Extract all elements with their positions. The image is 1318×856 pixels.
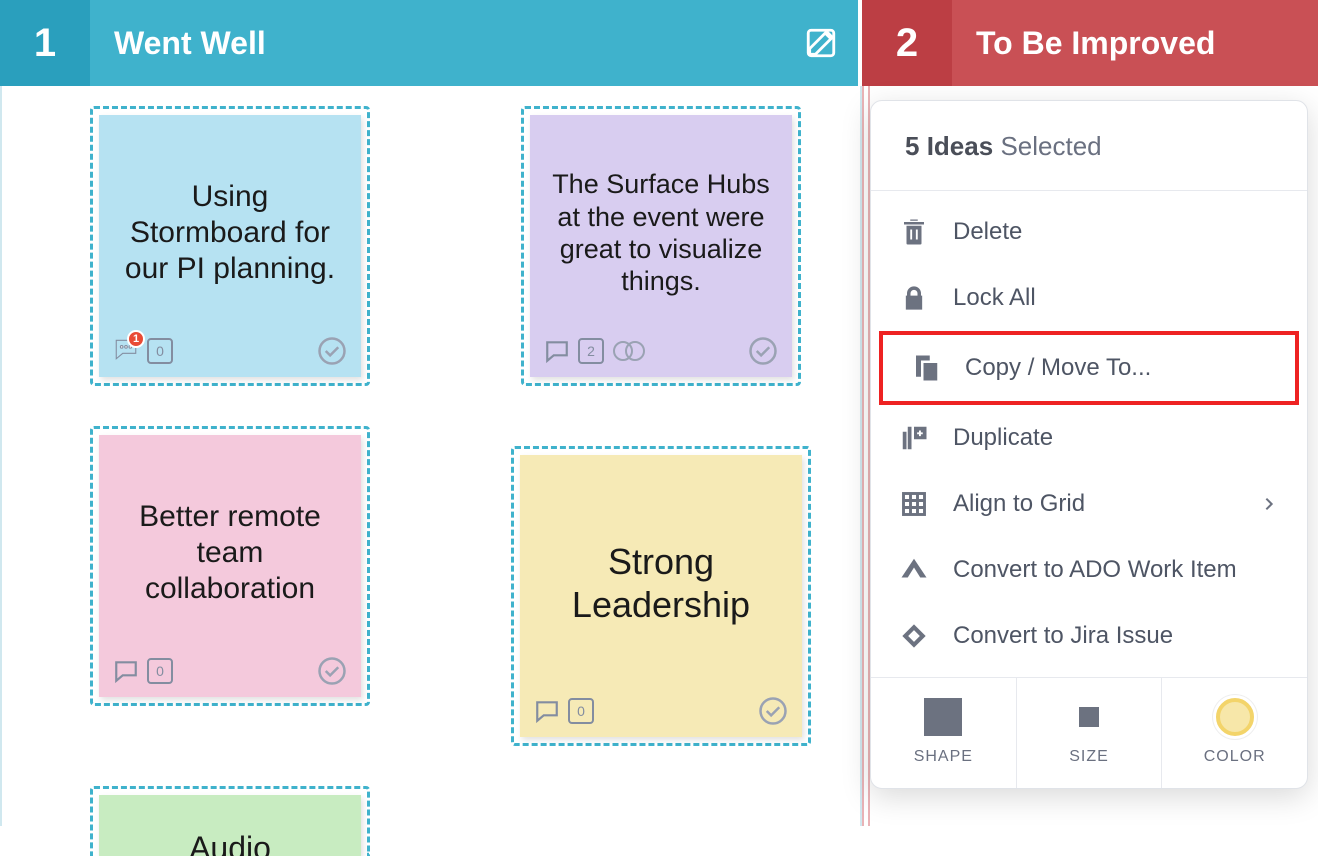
check-circle-icon[interactable] <box>748 336 778 366</box>
notes-grid: Using Stormboard for our PI planning. 1 … <box>20 106 842 856</box>
note-text: Better remote team collaboration <box>113 449 347 653</box>
menu-label: Copy / Move To... <box>965 354 1151 382</box>
column-header-improved: 2 To Be Improved <box>862 0 1318 86</box>
menu-align-grid[interactable]: Align to Grid <box>871 471 1307 537</box>
shape-icon <box>924 698 962 736</box>
double-circle-icon[interactable] <box>612 338 646 364</box>
note-text: Strong Leadership <box>534 469 788 693</box>
note-inner: Using Stormboard for our PI planning. 1 … <box>99 115 361 377</box>
chevron-right-icon <box>1261 496 1277 512</box>
sticky-note[interactable]: Using Stormboard for our PI planning. 1 … <box>90 106 370 386</box>
note-inner: The Surface Hubs at the event were great… <box>530 115 792 377</box>
menu-lock-all[interactable]: Lock All <box>871 265 1307 331</box>
footer-label: COLOR <box>1204 748 1266 766</box>
menu-label: Delete <box>953 218 1022 246</box>
note-footer: 2 <box>544 333 778 369</box>
vote-count[interactable]: 0 <box>147 658 173 684</box>
note-inner: Strong Leadership 0 <box>520 455 802 737</box>
menu-label: Lock All <box>953 284 1036 312</box>
vote-count[interactable]: 0 <box>568 698 594 724</box>
column-body: Using Stormboard for our PI planning. 1 … <box>0 86 862 826</box>
sticky-note[interactable]: The Surface Hubs at the event were great… <box>521 106 801 386</box>
comment-icon-wrap[interactable]: 1 <box>113 336 139 367</box>
footer-label: SIZE <box>1069 748 1109 766</box>
panel-header: 5 Ideas Selected <box>871 101 1307 191</box>
menu-label: Align to Grid <box>953 490 1239 518</box>
note-inner: Better remote team collaboration 0 <box>99 435 361 697</box>
check-circle-icon[interactable] <box>758 696 788 726</box>
menu-label: Duplicate <box>953 424 1053 452</box>
footer-size[interactable]: SIZE <box>1017 678 1163 788</box>
sticky-note[interactable]: Better remote team collaboration 0 <box>90 426 370 706</box>
note-text: Using Stormboard for our PI planning. <box>113 129 347 333</box>
menu-label: Convert to Jira Issue <box>953 622 1173 650</box>
color-icon <box>1216 698 1254 736</box>
column-divider <box>862 86 870 826</box>
lock-icon <box>897 281 931 315</box>
context-menu-panel: 5 Ideas Selected Delete Lock All Copy / … <box>870 100 1308 789</box>
menu-copy-move[interactable]: Copy / Move To... <box>879 331 1299 405</box>
menu-label: Convert to ADO Work Item <box>953 556 1237 584</box>
column-header-went-well: 1 Went Well <box>0 0 862 86</box>
trash-icon <box>897 215 931 249</box>
selection-suffix: Selected <box>1000 131 1101 161</box>
grid-icon <box>897 487 931 521</box>
note-footer: 0 <box>534 693 788 729</box>
menu-convert-ado[interactable]: Convert to ADO Work Item <box>871 537 1307 603</box>
comment-icon[interactable] <box>113 658 139 684</box>
check-circle-icon[interactable] <box>317 336 347 366</box>
column-number: 2 <box>862 0 952 86</box>
column-went-well: 1 Went Well Using Stormboard for our PI … <box>0 0 862 826</box>
panel-footer: SHAPE SIZE COLOR <box>871 677 1307 788</box>
jira-icon <box>897 619 931 653</box>
vote-count[interactable]: 0 <box>147 338 173 364</box>
edit-icon[interactable] <box>804 26 838 60</box>
column-title: To Be Improved <box>976 25 1298 62</box>
footer-label: SHAPE <box>914 748 973 766</box>
size-icon <box>1079 707 1099 727</box>
note-text: Audio <box>113 825 347 856</box>
comment-badge: 1 <box>127 330 145 348</box>
footer-color[interactable]: COLOR <box>1162 678 1307 788</box>
menu-list: Delete Lock All Copy / Move To... Duplic… <box>871 191 1307 677</box>
selection-count: 5 <box>905 131 919 161</box>
footer-shape[interactable]: SHAPE <box>871 678 1017 788</box>
copy-icon <box>909 351 943 385</box>
vote-count[interactable]: 2 <box>578 338 604 364</box>
menu-delete[interactable]: Delete <box>871 199 1307 265</box>
note-footer: 1 0 <box>113 333 347 369</box>
menu-duplicate[interactable]: Duplicate <box>871 405 1307 471</box>
selection-unit: Ideas <box>927 131 994 161</box>
note-footer: 0 <box>113 653 347 689</box>
sticky-note[interactable]: Strong Leadership 0 <box>511 446 811 746</box>
ado-icon <box>897 553 931 587</box>
check-circle-icon[interactable] <box>317 656 347 686</box>
menu-convert-jira[interactable]: Convert to Jira Issue <box>871 603 1307 669</box>
column-title: Went Well <box>114 25 804 62</box>
sticky-note-partial[interactable]: Audio <box>90 786 370 856</box>
duplicate-icon <box>897 421 931 455</box>
column-number: 1 <box>0 0 90 86</box>
comment-icon[interactable] <box>534 698 560 724</box>
note-text: The Surface Hubs at the event were great… <box>544 129 778 333</box>
comment-icon[interactable] <box>544 338 570 364</box>
